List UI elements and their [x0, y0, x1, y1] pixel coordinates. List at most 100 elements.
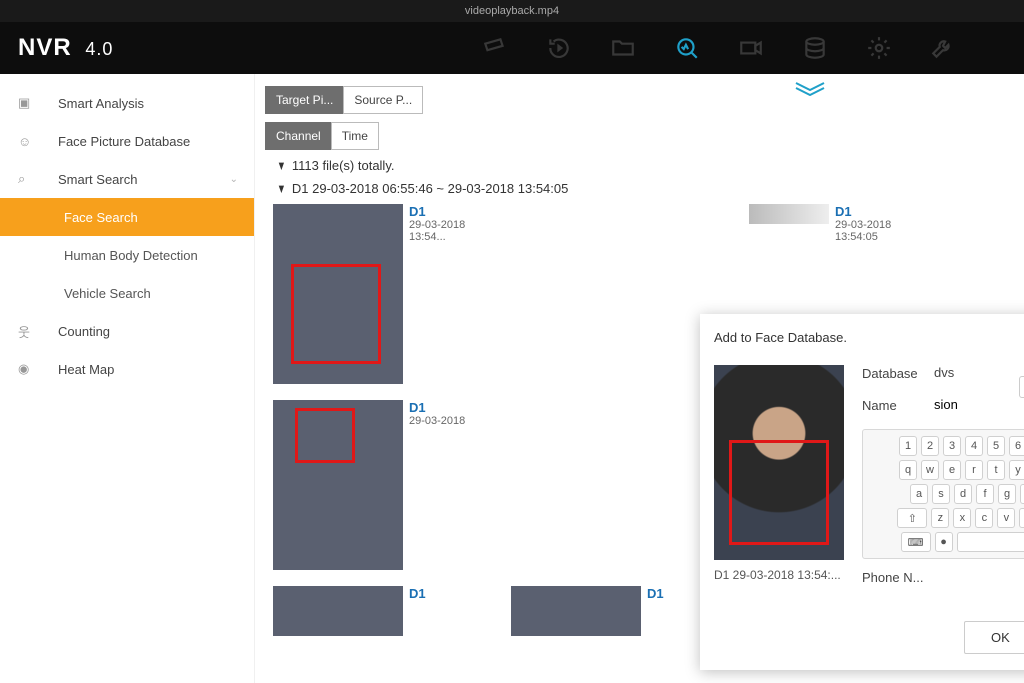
- sidebar-item-human-body[interactable]: Human Body Detection: [0, 236, 254, 274]
- key-q[interactable]: q: [899, 460, 917, 480]
- sidebar-item-label: Counting: [58, 324, 110, 339]
- key-x[interactable]: x: [953, 508, 971, 528]
- thumb-image: [273, 400, 403, 570]
- key-⌨[interactable]: ⌨: [901, 532, 931, 552]
- sidebar-item-face-db[interactable]: ☺ Face Picture Database: [0, 122, 254, 160]
- key-3[interactable]: 3: [943, 436, 961, 456]
- key-s[interactable]: s: [932, 484, 950, 504]
- add-face-dialog: ✕ Add to Face Database. D1 29-03-2018 13…: [700, 314, 1024, 670]
- thumb-channel: D1: [647, 586, 664, 601]
- dialog-image: [714, 365, 844, 560]
- thumb-channel: D1: [409, 204, 465, 219]
- sidebar-item-label: Face Picture Database: [58, 134, 190, 149]
- thumb-image: [749, 204, 829, 224]
- key-g[interactable]: g: [998, 484, 1016, 504]
- key-w[interactable]: w: [921, 460, 939, 480]
- thumb-channel: D1: [409, 400, 465, 415]
- storage-icon[interactable]: [802, 35, 828, 61]
- thumb-image: [273, 204, 403, 384]
- dialog-form: Database dvs ▾ Name Copy Paste ×: [862, 365, 1024, 601]
- window-title: videoplayback.mp4: [465, 5, 559, 17]
- thumb-meta: D1 29-03-2018: [403, 400, 465, 570]
- key-c[interactable]: c: [975, 508, 993, 528]
- sidebar-item-smart-analysis[interactable]: ▣ Smart Analysis: [0, 84, 254, 122]
- brand-version: 4.0: [85, 39, 113, 59]
- name-input[interactable]: [934, 397, 1024, 413]
- tab-channel[interactable]: Channel: [265, 122, 332, 150]
- field-database: Database dvs ▾: [862, 365, 1024, 381]
- name-input-wrap: Copy Paste ×: [934, 397, 1024, 413]
- key-⇧[interactable]: ⇧: [897, 508, 927, 528]
- dialog-actions: OK Close: [714, 621, 1024, 654]
- gear-icon[interactable]: [866, 35, 892, 61]
- sidebar-item-label: Face Search: [64, 210, 138, 225]
- thumb-time: 13:54...: [409, 231, 465, 243]
- key-space[interactable]: [957, 532, 1024, 552]
- key-d[interactable]: d: [954, 484, 972, 504]
- thumb-date: 29-03-2018: [409, 415, 465, 427]
- thumb-channel: D1: [835, 204, 891, 219]
- thumb-image: [511, 586, 641, 636]
- phone-input[interactable]: [934, 569, 1024, 585]
- sidebar-item-face-search[interactable]: Face Search: [0, 198, 254, 236]
- sidebar-item-label: Heat Map: [58, 362, 114, 377]
- key-6[interactable]: 6: [1009, 436, 1024, 456]
- tab-source-picture[interactable]: Source P...: [343, 86, 423, 114]
- folder-icon[interactable]: [610, 35, 636, 61]
- tab-group-sort: Channel Time: [265, 122, 1008, 150]
- tab-target-picture[interactable]: Target Pi...: [265, 86, 344, 114]
- search-icon: ⌕: [18, 171, 40, 187]
- key-z[interactable]: z: [931, 508, 949, 528]
- clipboard-buttons: Copy Paste: [1019, 376, 1024, 398]
- key-y[interactable]: y: [1009, 460, 1024, 480]
- thumb-date: 29-03-2018: [835, 219, 891, 231]
- key-1[interactable]: 1: [899, 436, 917, 456]
- field-name: Name Copy Paste ×: [862, 397, 1024, 413]
- key-v[interactable]: v: [997, 508, 1015, 528]
- ok-button[interactable]: OK: [964, 621, 1024, 654]
- result-thumb[interactable]: D1: [273, 586, 493, 636]
- wrench-icon[interactable]: [930, 35, 956, 61]
- key-h[interactable]: h: [1020, 484, 1024, 504]
- analysis-icon: ▣: [18, 95, 40, 111]
- header-nav: [482, 35, 1006, 61]
- field-phone: Phone N...: [862, 569, 1024, 585]
- result-thumb[interactable]: D1 29-03-2018: [273, 400, 493, 570]
- tab-time[interactable]: Time: [331, 122, 379, 150]
- onscreen-keyboard: 1234567890 qwertyuiop asdfghjkl ⇧zxcvbnm…: [862, 429, 1024, 559]
- main-content: Target Pi... Source P... Channel Time ▼1…: [255, 74, 1024, 683]
- sidebar-item-counting[interactable]: 웃 Counting: [0, 312, 254, 350]
- sidebar-item-smart-search[interactable]: ⌕ Smart Search ⌄: [0, 160, 254, 198]
- expand-handle[interactable]: [790, 80, 830, 96]
- result-thumb[interactable]: D1: [511, 586, 731, 636]
- dialog-preview: D1 29-03-2018 13:54:...: [714, 365, 844, 601]
- key-5[interactable]: 5: [987, 436, 1005, 456]
- key-4[interactable]: 4: [965, 436, 983, 456]
- key-●[interactable]: ●: [935, 532, 953, 552]
- sidebar-item-vehicle-search[interactable]: Vehicle Search: [0, 274, 254, 312]
- sidebar-item-heatmap[interactable]: ◉ Heat Map: [0, 350, 254, 388]
- result-total: ▼1113 file(s) totally.: [265, 158, 1008, 173]
- record-icon[interactable]: [738, 35, 764, 61]
- key-r[interactable]: r: [965, 460, 983, 480]
- key-2[interactable]: 2: [921, 436, 939, 456]
- key-t[interactable]: t: [987, 460, 1005, 480]
- key-a[interactable]: a: [910, 484, 928, 504]
- sidebar: ▣ Smart Analysis ☺ Face Picture Database…: [0, 74, 255, 683]
- thumb-channel: D1: [409, 586, 426, 601]
- key-b[interactable]: b: [1019, 508, 1024, 528]
- thumb-time: 13:54:05: [835, 231, 891, 243]
- playback-icon[interactable]: [546, 35, 572, 61]
- key-e[interactable]: e: [943, 460, 961, 480]
- thumb-meta: D1 29-03-2018 13:54...: [403, 204, 465, 384]
- sidebar-item-label: Smart Search: [58, 172, 137, 187]
- copy-button[interactable]: Copy: [1020, 377, 1024, 397]
- heatmap-icon: ◉: [18, 361, 40, 377]
- key-f[interactable]: f: [976, 484, 994, 504]
- search-activity-icon[interactable]: [674, 35, 700, 61]
- thumb-date: 29-03-2018: [409, 219, 465, 231]
- camera-icon[interactable]: [482, 35, 508, 61]
- result-thumb[interactable]: D1 29-03-2018 13:54...: [273, 204, 493, 384]
- tab-group-picture: Target Pi... Source P...: [265, 86, 1008, 114]
- database-select[interactable]: dvs: [934, 365, 1024, 381]
